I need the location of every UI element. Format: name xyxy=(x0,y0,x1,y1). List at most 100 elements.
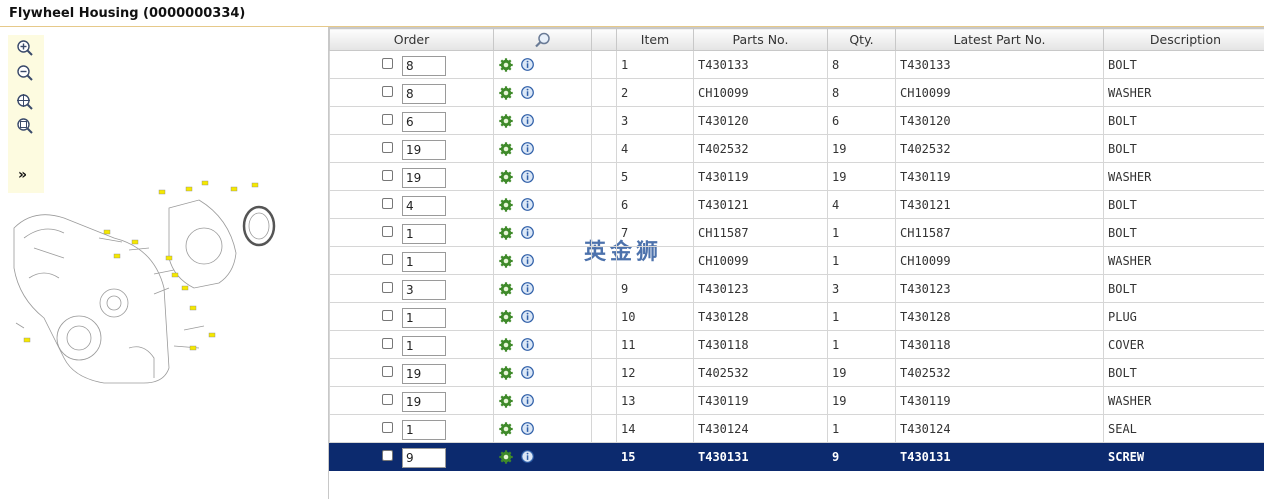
parts-no-cell: T430124 xyxy=(694,415,828,443)
order-qty-input[interactable] xyxy=(402,140,446,160)
gear-icon[interactable] xyxy=(499,114,513,128)
order-qty-input[interactable] xyxy=(402,56,446,76)
gear-icon[interactable] xyxy=(499,366,513,380)
gear-icon[interactable] xyxy=(499,198,513,212)
qty-cell: 1 xyxy=(828,415,896,443)
gear-icon[interactable] xyxy=(499,142,513,156)
info-icon[interactable] xyxy=(521,58,534,71)
latest-part-no-cell: T430119 xyxy=(896,387,1104,415)
gear-icon[interactable] xyxy=(499,58,513,72)
table-row[interactable]: 2 CH10099 8 CH10099 WASHER xyxy=(330,79,1264,107)
description-cell: SCREW xyxy=(1104,443,1264,471)
select-checkbox[interactable] xyxy=(382,58,393,69)
order-qty-input[interactable] xyxy=(402,252,446,272)
order-qty-input[interactable] xyxy=(402,196,446,216)
order-cell xyxy=(330,135,494,163)
select-checkbox[interactable] xyxy=(382,226,393,237)
select-checkbox[interactable] xyxy=(382,170,393,181)
table-row[interactable]: 13 T430119 19 T430119 WASHER xyxy=(330,387,1264,415)
select-checkbox[interactable] xyxy=(382,282,393,293)
table-row[interactable]: 7 CH11587 1 CH11587 BOLT xyxy=(330,219,1264,247)
table-row[interactable]: 15 T430131 9 T430131 SCREW xyxy=(330,443,1264,471)
gear-icon[interactable] xyxy=(499,394,513,408)
column-header-order[interactable]: Order xyxy=(330,29,494,51)
column-header-description[interactable]: Description xyxy=(1104,29,1264,51)
gear-icon[interactable] xyxy=(499,170,513,184)
magnifier-icon[interactable] xyxy=(534,32,552,48)
info-icon[interactable] xyxy=(521,114,534,127)
select-checkbox[interactable] xyxy=(382,366,393,377)
info-icon[interactable] xyxy=(521,450,534,463)
zoom-in-icon[interactable] xyxy=(16,39,34,57)
table-row[interactable]: CH10099 1 CH10099 WASHER xyxy=(330,247,1264,275)
order-qty-input[interactable] xyxy=(402,280,446,300)
zoom-out-icon[interactable] xyxy=(16,64,34,82)
parts-no-cell: CH10099 xyxy=(694,247,828,275)
table-row[interactable]: 14 T430124 1 T430124 SEAL xyxy=(330,415,1264,443)
info-icon[interactable] xyxy=(521,422,534,435)
info-icon[interactable] xyxy=(521,170,534,183)
column-header-item[interactable]: Item xyxy=(617,29,694,51)
table-row[interactable]: 9 T430123 3 T430123 BOLT xyxy=(330,275,1264,303)
order-qty-input[interactable] xyxy=(402,420,446,440)
info-icon[interactable] xyxy=(521,142,534,155)
qty-cell: 19 xyxy=(828,163,896,191)
info-icon[interactable] xyxy=(521,198,534,211)
gear-icon[interactable] xyxy=(499,254,513,268)
column-header-parts-no[interactable]: Parts No. xyxy=(694,29,828,51)
info-icon[interactable] xyxy=(521,394,534,407)
info-icon[interactable] xyxy=(521,226,534,239)
table-row[interactable]: 12 T402532 19 T402532 BOLT xyxy=(330,359,1264,387)
select-checkbox[interactable] xyxy=(382,254,393,265)
gear-icon[interactable] xyxy=(499,422,513,436)
zoom-extents-icon[interactable] xyxy=(16,93,34,111)
gear-icon[interactable] xyxy=(499,450,513,464)
select-checkbox[interactable] xyxy=(382,114,393,125)
order-qty-input[interactable] xyxy=(402,168,446,188)
item-cell: 12 xyxy=(617,359,694,387)
exploded-diagram[interactable] xyxy=(4,178,304,388)
info-icon[interactable] xyxy=(521,338,534,351)
order-qty-input[interactable] xyxy=(402,392,446,412)
select-checkbox[interactable] xyxy=(382,198,393,209)
qty-cell: 1 xyxy=(828,219,896,247)
gear-icon[interactable] xyxy=(499,86,513,100)
select-checkbox[interactable] xyxy=(382,310,393,321)
info-icon[interactable] xyxy=(521,310,534,323)
select-checkbox[interactable] xyxy=(382,338,393,349)
order-qty-input[interactable] xyxy=(402,308,446,328)
zoom-window-icon[interactable] xyxy=(16,117,34,135)
gear-icon[interactable] xyxy=(499,338,513,352)
column-header-latest-part-no[interactable]: Latest Part No. xyxy=(896,29,1104,51)
gear-icon[interactable] xyxy=(499,226,513,240)
column-header-search[interactable] xyxy=(494,29,592,51)
order-qty-input[interactable] xyxy=(402,336,446,356)
info-icon[interactable] xyxy=(521,366,534,379)
tools-cell xyxy=(494,331,592,359)
table-row[interactable]: 10 T430128 1 T430128 PLUG xyxy=(330,303,1264,331)
select-checkbox[interactable] xyxy=(382,422,393,433)
info-icon[interactable] xyxy=(521,86,534,99)
select-checkbox[interactable] xyxy=(382,450,393,461)
order-qty-input[interactable] xyxy=(402,224,446,244)
order-qty-input[interactable] xyxy=(402,112,446,132)
gear-icon[interactable] xyxy=(499,310,513,324)
table-row[interactable]: 11 T430118 1 T430118 COVER xyxy=(330,331,1264,359)
info-icon[interactable] xyxy=(521,282,534,295)
order-qty-input[interactable] xyxy=(402,364,446,384)
table-row[interactable]: 6 T430121 4 T430121 BOLT xyxy=(330,191,1264,219)
table-row[interactable]: 4 T402532 19 T402532 BOLT xyxy=(330,135,1264,163)
select-checkbox[interactable] xyxy=(382,142,393,153)
gear-icon[interactable] xyxy=(499,282,513,296)
order-qty-input[interactable] xyxy=(402,448,446,468)
table-row[interactable]: 3 T430120 6 T430120 BOLT xyxy=(330,107,1264,135)
table-row[interactable]: 5 T430119 19 T430119 WASHER xyxy=(330,163,1264,191)
order-qty-input[interactable] xyxy=(402,84,446,104)
select-checkbox[interactable] xyxy=(382,86,393,97)
column-header-qty[interactable]: Qty. xyxy=(828,29,896,51)
qty-cell: 19 xyxy=(828,387,896,415)
select-checkbox[interactable] xyxy=(382,394,393,405)
qty-cell: 6 xyxy=(828,107,896,135)
info-icon[interactable] xyxy=(521,254,534,267)
table-row[interactable]: 1 T430133 8 T430133 BOLT xyxy=(330,51,1264,79)
